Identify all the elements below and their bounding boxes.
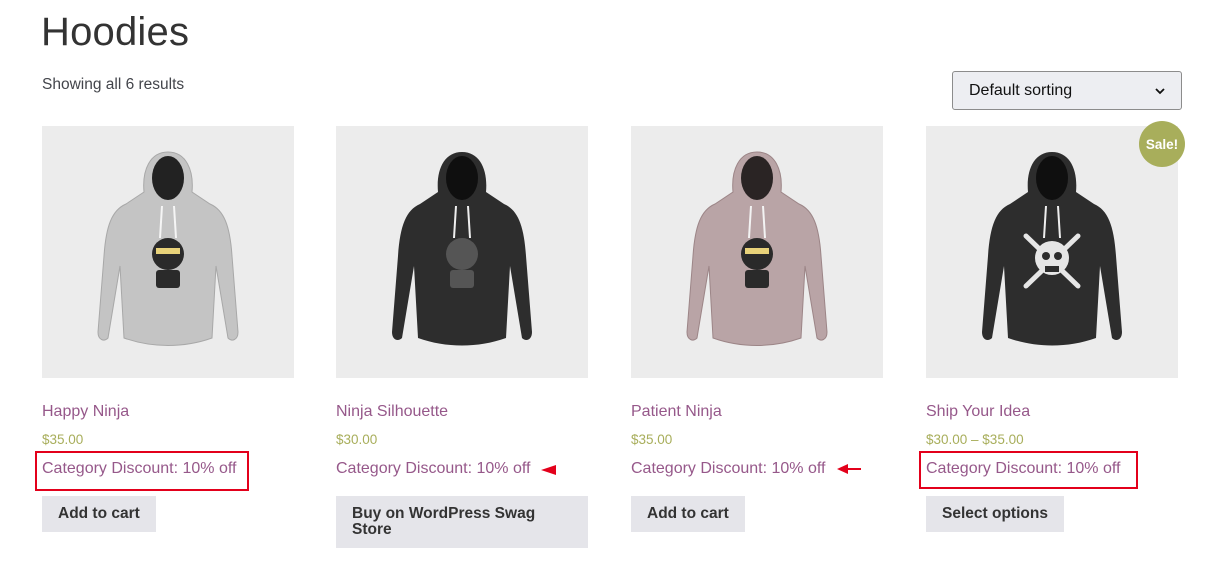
add-to-cart-button[interactable]: Add to cart: [631, 496, 745, 532]
annotation-highlight-box: [919, 451, 1138, 489]
add-to-cart-button[interactable]: Add to cart: [42, 496, 156, 532]
product-image[interactable]: [42, 126, 294, 378]
result-count: Showing all 6 results: [42, 76, 185, 93]
product-card: Ninja Silhouette $30.00 Category Discoun…: [336, 126, 588, 548]
product-card: Ship Your Idea $30.00 – $35.00 Category …: [926, 126, 1178, 532]
hoodie-image: [982, 152, 1122, 346]
product-name[interactable]: Happy Ninja: [42, 403, 129, 421]
product-card: Patient Ninja $35.00 Category Discount: …: [631, 126, 883, 532]
select-options-button[interactable]: Select options: [926, 496, 1064, 532]
product-image[interactable]: [631, 126, 883, 378]
product-price: $35.00: [42, 432, 84, 447]
buy-external-button[interactable]: Buy on WordPress Swag Store: [336, 496, 588, 548]
hoodie-image: [97, 151, 239, 346]
product-image[interactable]: [926, 126, 1178, 378]
category-discount-label: Category Discount: 10% off: [631, 460, 826, 477]
product-image[interactable]: [336, 126, 588, 378]
chevron-down-icon: [1155, 87, 1165, 94]
page-title: Hoodies: [41, 10, 190, 54]
annotation-highlight-box: [35, 451, 249, 491]
sorting-select[interactable]: Default sorting: [952, 71, 1182, 110]
product-name[interactable]: Patient Ninja: [631, 403, 722, 421]
hoodie-image: [392, 152, 532, 346]
product-price: $30.00: [336, 432, 378, 447]
sorting-select-value: Default sorting: [969, 81, 1073, 99]
product-name[interactable]: Ship Your Idea: [926, 403, 1030, 421]
product-price: $30.00 – $35.00: [926, 432, 1024, 447]
hoodie-image: [686, 151, 828, 346]
product-name[interactable]: Ninja Silhouette: [336, 403, 448, 421]
category-discount-label: Category Discount: 10% off: [336, 460, 531, 477]
annotation-arrow-icon: [837, 464, 861, 474]
annotation-arrow-icon: [541, 465, 556, 475]
product-card: Happy Ninja $35.00 Category Discount: 10…: [42, 126, 294, 532]
product-price: $35.00: [631, 432, 673, 447]
sale-badge: Sale!: [1139, 121, 1185, 167]
